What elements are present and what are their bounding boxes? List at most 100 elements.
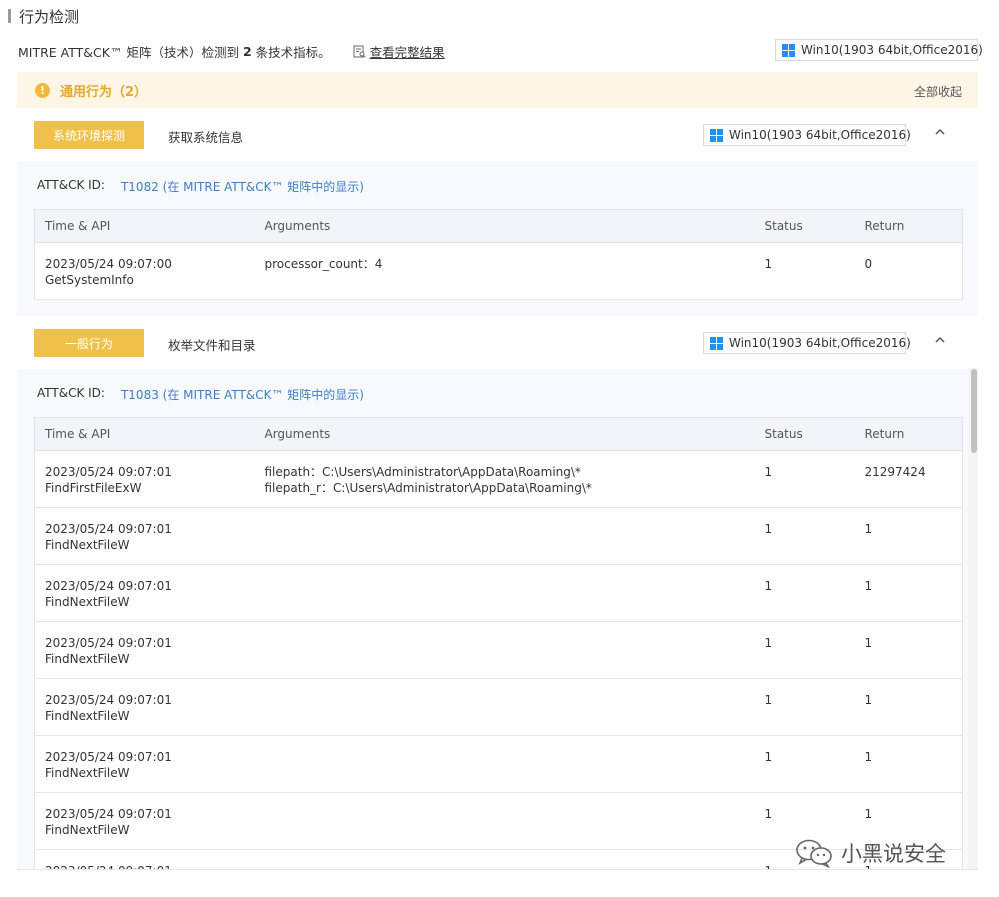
table-row[interactable]: 2023/05/24 09:07:01 FindNextFileW 11 bbox=[34, 621, 963, 679]
detection-summary: MITRE ATT&CK™ 矩阵（技术）检测到 2 条技术指标。 查看完整结果 bbox=[18, 42, 445, 61]
env-badge-1[interactable]: Win10(1903 64bit,Office2016) bbox=[703, 124, 911, 146]
cell-arguments bbox=[254, 735, 755, 793]
cell-return: 1 bbox=[854, 507, 963, 565]
behavior-detail-panel-1: ATT&CK ID: T1082 (在 MITRE ATT&CK™ 矩阵中的显示… bbox=[17, 161, 978, 316]
table-header-row: Time & API Arguments Status Return bbox=[34, 209, 963, 243]
call-time: 2023/05/24 09:07:01 bbox=[45, 579, 172, 593]
cell-arguments bbox=[254, 792, 755, 850]
api-name: FindNextFileW bbox=[45, 652, 130, 666]
cell-time-api: 2023/05/24 09:07:01 FindNextFileW bbox=[34, 507, 255, 565]
call-time: 2023/05/24 09:07:01 bbox=[45, 636, 172, 650]
cell-status: 1 bbox=[754, 450, 855, 508]
cell-status: 1 bbox=[754, 564, 855, 622]
behavior-tag-1[interactable]: 系统环境探测 bbox=[34, 121, 144, 149]
call-time: 2023/05/24 09:07:01 bbox=[45, 465, 172, 479]
api-name: FindNextFileW bbox=[45, 766, 130, 780]
api-name: FindNextFileW bbox=[45, 538, 130, 552]
attck-label: ATT&CK ID: bbox=[37, 178, 105, 192]
windows-logo-icon bbox=[782, 43, 795, 57]
cell-time-api: 2023/05/24 09:07:01 FindNextFileW bbox=[34, 735, 255, 793]
table-body: 2023/05/24 09:07:01 FindFirstFileExW filep… bbox=[34, 450, 963, 870]
cell-return: 1 bbox=[854, 735, 963, 793]
call-time: 2023/05/24 09:07:00 bbox=[45, 257, 172, 271]
chevron-up-icon[interactable] bbox=[934, 334, 946, 346]
column-header-status: Status bbox=[754, 417, 855, 451]
cell-arguments bbox=[254, 678, 755, 736]
call-time: 2023/05/24 09:07:01 bbox=[45, 522, 172, 536]
cell-arguments: filepath：C:\Users\Administrator\AppData\… bbox=[254, 450, 755, 508]
table-row[interactable]: 2023/05/24 09:07:01 FindNextFileW 11 bbox=[34, 564, 963, 622]
column-header-time-api: Time & API bbox=[34, 209, 255, 243]
cell-status: 1 bbox=[754, 678, 855, 736]
cell-time-api: 2023/05/24 09:07:01 FindNextFileW bbox=[34, 621, 255, 679]
argument: processor_count：4 bbox=[264, 257, 383, 271]
behavior-group-header: ! 通用行为（2） 全部收起 bbox=[17, 72, 978, 108]
windows-logo-icon bbox=[710, 336, 723, 350]
api-name: GetSystemInfo bbox=[45, 273, 134, 287]
env-label: Win10(1903 64bit,Office2016) bbox=[801, 43, 983, 57]
api-name: FindNextFileW bbox=[45, 823, 130, 837]
cell-return: 21297424 bbox=[854, 450, 963, 508]
cell-time-api: 2023/05/24 09:07:01 FindFirstFileExW bbox=[34, 450, 255, 508]
cell-return: 1 bbox=[854, 678, 963, 736]
cell-arguments bbox=[254, 849, 755, 870]
argument: filepath：C:\Users\Administrator\AppData\… bbox=[264, 465, 581, 479]
env-badge-top[interactable]: Win10(1903 64bit,Office2016) bbox=[775, 39, 983, 61]
column-header-return: Return bbox=[854, 417, 963, 451]
scrollbar-thumb[interactable] bbox=[971, 369, 977, 453]
table-row[interactable]: 2023/05/24 09:07:01 FindNextFileW 11 bbox=[34, 507, 963, 565]
api-call-table-1: Time & API Arguments Status Return 2023/… bbox=[34, 209, 963, 300]
cell-arguments: processor_count：4 bbox=[254, 242, 755, 300]
cell-status: 1 bbox=[754, 735, 855, 793]
cell-time-api: 2023/05/24 09:07:01FindNextFileW bbox=[34, 792, 255, 850]
warning-icon: ! bbox=[35, 82, 50, 98]
summary-suffix: 条技术指标。 bbox=[255, 45, 331, 60]
call-time: 2023/05/24 09:07:01 bbox=[45, 750, 172, 764]
api-name: FindFirstFileExW bbox=[45, 481, 142, 495]
cell-status: 1 bbox=[754, 242, 855, 300]
table-header-row: Time & API Arguments Status Return bbox=[34, 417, 963, 451]
argument: filepath_r：C:\Users\Administrator\AppDat… bbox=[264, 481, 592, 495]
attck-technique-link[interactable]: T1082 (在 MITRE ATT&CK™ 矩阵中的显示) bbox=[121, 178, 364, 195]
panel-bottom-divider bbox=[17, 869, 978, 870]
collapse-all-button[interactable]: 全部收起 bbox=[914, 83, 962, 100]
column-header-status: Status bbox=[754, 209, 855, 243]
cell-status: 1 bbox=[754, 621, 855, 679]
table-row[interactable]: 2023/05/24 09:07:01 FindNextFileW 11 bbox=[34, 735, 963, 793]
table-row[interactable]: 2023/05/24 09:07:01 FindFirstFileExW filep… bbox=[34, 450, 963, 508]
chevron-up-icon[interactable] bbox=[934, 126, 946, 138]
wechat-icon bbox=[796, 839, 832, 868]
summary-count: 2 bbox=[242, 44, 252, 59]
cell-return: 0 bbox=[854, 242, 963, 300]
api-table-scroll-area[interactable]: Time & API Arguments Status Return 2023/… bbox=[17, 378, 978, 870]
behavior-desc-1: 获取系统信息 bbox=[168, 130, 244, 145]
cell-status: 1 bbox=[754, 507, 855, 565]
column-header-time-api: Time & API bbox=[34, 417, 255, 451]
cell-return: 1 bbox=[854, 621, 963, 679]
cell-arguments bbox=[254, 507, 755, 565]
watermark-text: 小黑说安全 bbox=[841, 842, 946, 866]
title-bar-accent bbox=[8, 9, 11, 23]
table-row[interactable]: 2023/05/24 09:07:01 FindNextFileW 11 bbox=[34, 678, 963, 736]
env-badge-2[interactable]: Win10(1903 64bit,Office2016) bbox=[703, 332, 911, 354]
api-name: FindNextFileW bbox=[45, 709, 130, 723]
view-full-results-link[interactable]: 查看完整结果 bbox=[370, 42, 445, 61]
behavior-desc-2: 枚举文件和目录 bbox=[168, 338, 256, 353]
windows-logo-icon bbox=[710, 128, 723, 142]
table-row[interactable]: 2023/05/24 09:07:00 GetSystemInfo processo… bbox=[34, 242, 963, 300]
env-label: Win10(1903 64bit,Office2016) bbox=[729, 128, 911, 142]
column-header-arguments: Arguments bbox=[254, 209, 755, 243]
cell-time-api: 2023/05/24 09:07:01 FindNextFileW bbox=[34, 564, 255, 622]
api-name: FindNextFileW bbox=[45, 595, 130, 609]
call-time: 2023/05/24 09:07:01 bbox=[45, 693, 172, 707]
cell-time-api: 2023/05/24 09:07:00 GetSystemInfo bbox=[34, 242, 255, 300]
behavior-tag-2[interactable]: 一般行为 bbox=[34, 329, 144, 357]
cell-time-api: 2023/05/24 09:07:01 FindNextFileW bbox=[34, 678, 255, 736]
table-body: 2023/05/24 09:07:00 GetSystemInfo processo… bbox=[34, 242, 963, 300]
summary-prefix: MITRE ATT&CK™ 矩阵（技术）检测到 bbox=[18, 45, 239, 60]
page-title: 行为检测 bbox=[19, 7, 80, 26]
cell-time-api: 2023/05/24 09:07:01FindNextFileW bbox=[34, 849, 255, 870]
document-search-icon bbox=[353, 45, 366, 58]
cell-return: 1 bbox=[854, 564, 963, 622]
group-title: 通用行为（2） bbox=[60, 84, 148, 100]
